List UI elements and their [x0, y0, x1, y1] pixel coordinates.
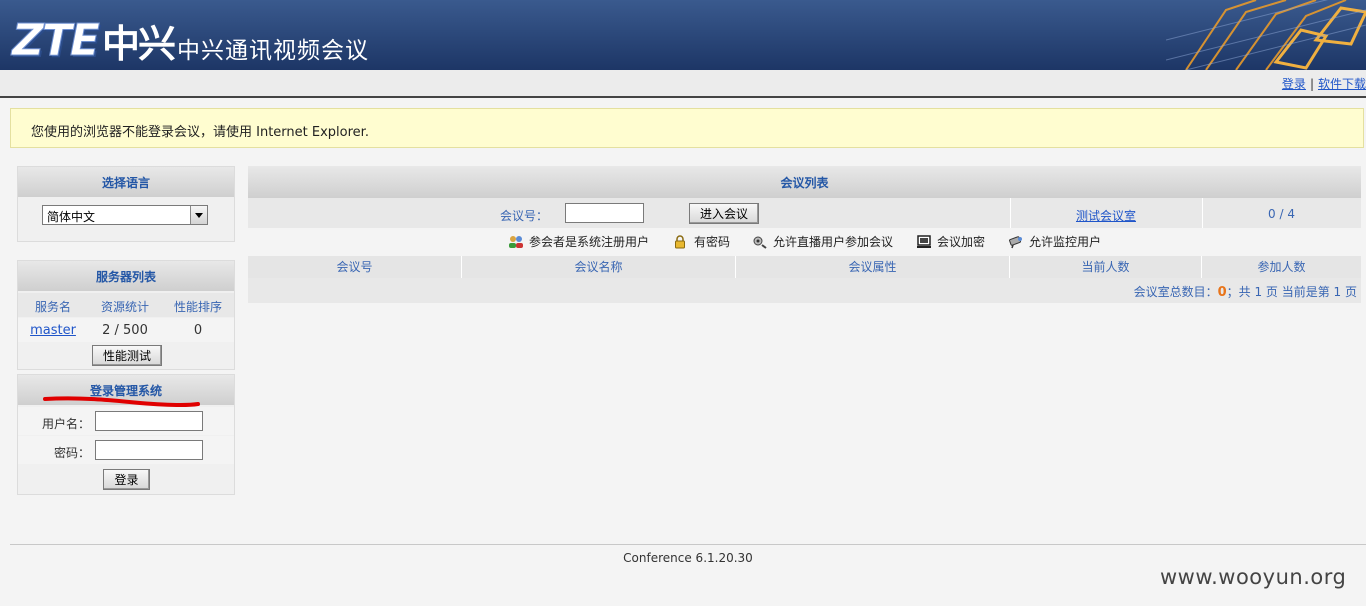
header-decoration [1166, 0, 1366, 70]
app-header: ZTE 中兴 中兴通讯视频会议 [0, 0, 1366, 70]
login-link[interactable]: 登录 [1282, 77, 1306, 91]
test-room-count: 0 / 4 [1268, 207, 1295, 221]
col-current-count: 当前人数 [1010, 256, 1202, 278]
legend-label: 允许监控用户 [1029, 235, 1102, 249]
server-table-header: 服务名 资源统计 性能排序 [18, 293, 234, 317]
summary-pages: ；共 1 页 当前是第 1 页 [1226, 285, 1357, 299]
conference-table-header: 会议号 会议名称 会议属性 当前人数 参加人数 [248, 256, 1361, 278]
language-select-value: 简体中文 [47, 210, 96, 224]
browser-warning-text: 您使用的浏览器不能登录会议，请使用 Internet Explorer. [31, 125, 369, 140]
server-list-panel: 服务器列表 服务名 资源统计 性能排序 master 2 / 500 0 性能测… [17, 260, 235, 370]
col-conf-attr: 会议属性 [736, 256, 1010, 278]
conference-summary: 会议室总数目：0；共 1 页 当前是第 1 页 [1134, 283, 1357, 300]
table-row: master 2 / 500 0 [18, 318, 234, 342]
server-col-name: 服务名 [34, 300, 71, 314]
conference-summary-row: 会议室总数目：0；共 1 页 当前是第 1 页 [248, 278, 1361, 303]
password-row: 密码： [18, 436, 234, 464]
server-col-rank: 性能排序 [173, 300, 222, 314]
top-links: 登录 | 软件下载 [1282, 75, 1366, 92]
conference-search-row: 会议号： 进入会议 测试会议室 0 / 4 [248, 198, 1361, 228]
legend-password: 有密码 [673, 233, 730, 250]
version-text: Conference 6.1.20.30 [623, 551, 753, 565]
language-panel-title: 选择语言 [18, 167, 234, 197]
zte-logo: ZTE 中兴 [12, 14, 177, 66]
app-title: 中兴通讯视频会议 [177, 38, 369, 64]
software-download-link[interactable]: 软件下载 [1318, 77, 1366, 91]
language-select[interactable]: 简体中文 [42, 205, 208, 225]
logo-chinese: 中兴 [101, 21, 176, 66]
login-button[interactable]: 登录 [103, 469, 150, 490]
conference-list-title: 会议列表 [248, 166, 1361, 198]
language-panel: 选择语言 简体中文 [17, 166, 235, 242]
legend-monitor: 允许监控用户 [1008, 233, 1101, 250]
encryption-monitor-icon [916, 234, 932, 249]
footer-divider [10, 544, 1366, 545]
col-conf-name: 会议名称 [462, 256, 736, 278]
legend-broadcast: 允许直播用户参加会议 [752, 233, 893, 250]
server-rank: 0 [193, 323, 203, 338]
broadcast-icon [752, 235, 768, 249]
username-input[interactable] [95, 411, 203, 431]
server-list-title: 服务器列表 [18, 261, 234, 291]
lock-icon [673, 234, 689, 249]
performance-test-button[interactable]: 性能测试 [92, 345, 162, 366]
camera-icon [1008, 235, 1024, 249]
legend-label: 允许直播用户参加会议 [773, 235, 894, 249]
col-join-count: 参加人数 [1202, 256, 1361, 278]
conf-no-input[interactable] [565, 203, 644, 223]
username-label: 用户名： [41, 417, 90, 431]
server-col-resources: 资源统计 [100, 300, 149, 314]
conf-no-label: 会议号： [500, 209, 549, 223]
registered-users-icon [508, 235, 524, 249]
summary-prefix: 会议室总数目： [1133, 285, 1218, 299]
link-separator: | [1309, 77, 1314, 91]
chevron-down-icon[interactable] [190, 206, 207, 224]
logo-latin: ZTE [12, 14, 101, 66]
legend-label: 有密码 [694, 235, 731, 249]
password-label: 密码： [53, 446, 90, 460]
legend-encryption: 会议加密 [916, 233, 985, 250]
top-links-bar: 登录 | 软件下载 [0, 70, 1366, 98]
red-annotation-stroke [43, 396, 200, 408]
server-resources: 2 / 500 [102, 323, 148, 338]
col-conf-no: 会议号 [248, 256, 462, 278]
browser-warning: 您使用的浏览器不能登录会议，请使用 Internet Explorer. [10, 108, 1364, 148]
server-name-link[interactable]: master [18, 323, 88, 338]
test-room-link[interactable]: 测试会议室 [1010, 207, 1202, 224]
enter-conference-button[interactable]: 进入会议 [689, 203, 759, 224]
legend-label: 会议加密 [937, 235, 986, 249]
admin-login-panel: 登录管理系统 用户名： 密码： 登录 [17, 374, 235, 495]
password-input[interactable] [95, 440, 203, 460]
username-row: 用户名： [18, 407, 234, 435]
legend-label: 参会者是系统注册用户 [529, 235, 650, 249]
watermark: www.wooyun.org [1160, 565, 1347, 589]
summary-total: 0 [1217, 285, 1227, 300]
legend-registered-users: 参会者是系统注册用户 [508, 233, 649, 250]
